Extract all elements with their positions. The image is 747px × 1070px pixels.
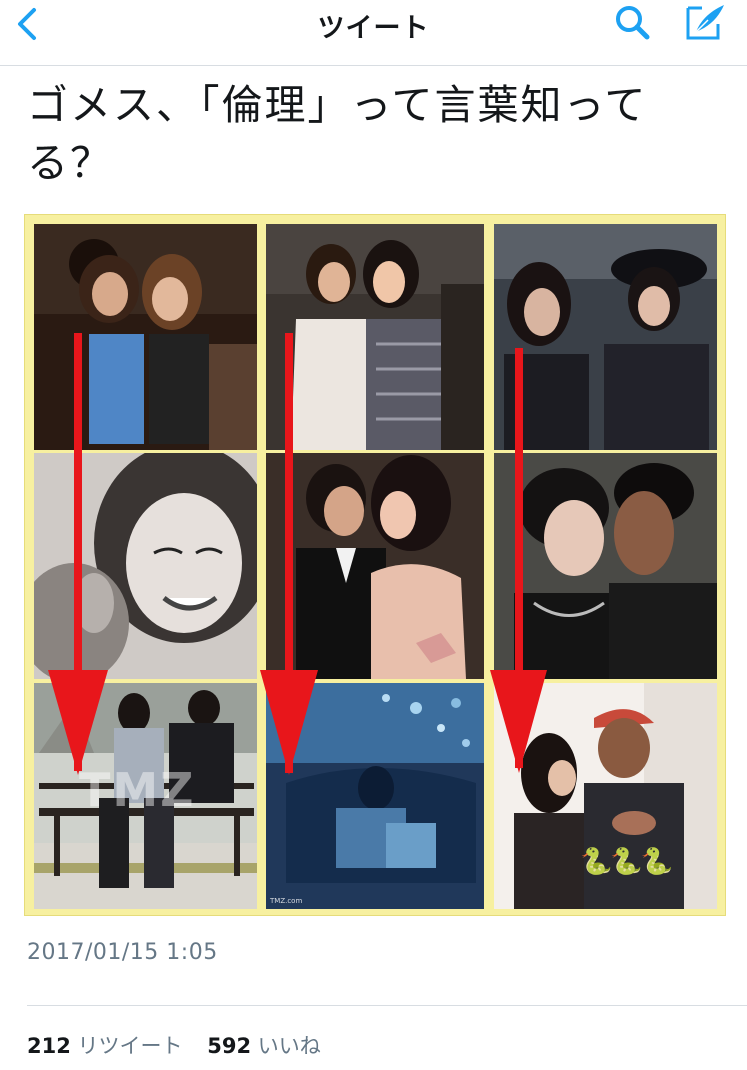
search-button[interactable] [612,4,652,40]
tweet-stats: 212 リツイート 592 いいね [27,1030,339,1060]
compose-icon [686,5,724,40]
photo-cell-1 [34,224,257,450]
credit-mark: TMZ.com [270,897,303,905]
search-icon [616,6,650,40]
like-label: いいね [257,1034,321,1058]
photo-club-couple [266,683,484,909]
photo-cell-4 [34,453,257,679]
photo-cell-9: 🐍🐍🐍 [494,683,717,909]
photo-kiss-closeup [494,453,717,679]
divider [27,1005,747,1006]
tweet-text: ゴメス、「倫理」って言葉知ってる？ [27,81,648,187]
like-stat[interactable]: 592 いいね [207,1030,321,1060]
photo-cell-6 [494,453,717,679]
photo-cell-7: TMZ [34,683,257,909]
photo-two-women-show [494,224,717,450]
photo-two-women-concert [34,224,257,450]
retweet-stat[interactable]: 212 リツイート [27,1030,183,1060]
photo-cell-5 [266,453,484,679]
photo-cell-3 [494,224,717,450]
tmz-watermark: TMZ [79,763,196,817]
photo-cell-2 [266,224,484,450]
photo-cell-8: TMZ.com [266,683,484,909]
tweet-media-image[interactable]: TMZ TMZ.com 🐍🐍🐍 [24,214,726,916]
retweet-label: リツイート [77,1034,183,1058]
tweet-timestamp: 2017/01/15 1:05 [27,940,218,965]
like-count: 592 [207,1034,252,1058]
photo-kiss-gala [266,453,484,679]
compose-button[interactable] [682,2,730,42]
retweet-count: 212 [27,1034,71,1058]
photo-two-women-event [266,224,484,450]
navigation-bar: ツイート [0,0,747,66]
snake-emoji: 🐍🐍🐍 [580,847,673,877]
photo-kiss-bw [34,453,257,679]
